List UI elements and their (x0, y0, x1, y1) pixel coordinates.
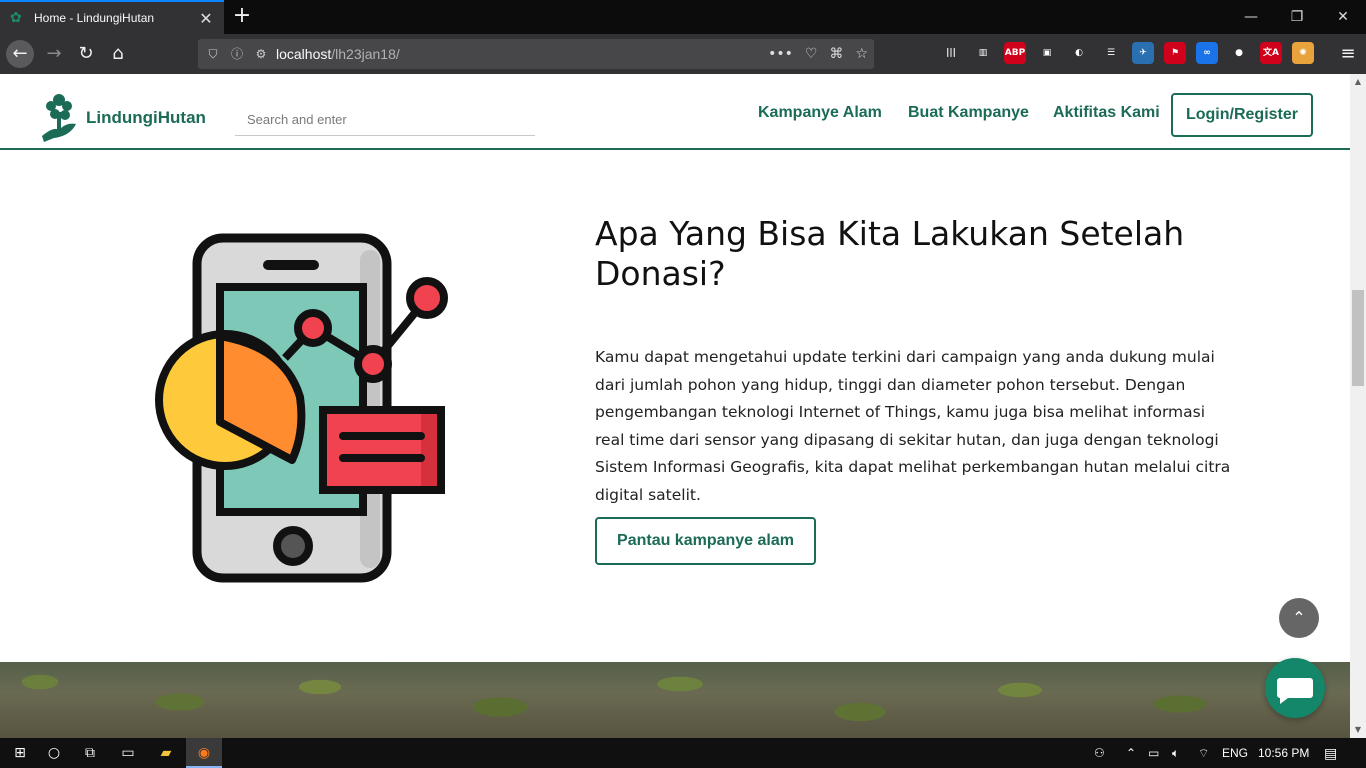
section-heading: Apa Yang Bisa Kita Lakukan Setelah Donas… (595, 214, 1185, 293)
restore-icon[interactable]: ❐ (1274, 0, 1320, 34)
new-tab-button[interactable]: + (230, 4, 254, 30)
translate-page-icon[interactable]: ⌘ (829, 46, 843, 62)
scroll-down-arrow-icon[interactable]: ▼ (1350, 722, 1366, 738)
chat-bubble-icon (1277, 678, 1313, 704)
wifi-icon[interactable]: ⌔ (1198, 738, 1209, 768)
reload-icon[interactable]: ↻ (72, 40, 100, 68)
info-icon[interactable]: ⓘ (228, 45, 246, 63)
container-icon[interactable]: ▣ (1036, 42, 1058, 64)
file-explorer-icon[interactable]: ▰ (148, 738, 184, 768)
home-icon[interactable]: ⌂ (104, 40, 132, 68)
section-body: Kamu dapat mengetahui update terkini dar… (595, 348, 1231, 504)
menu-icon[interactable]: ≡ (1334, 40, 1362, 68)
scroll-thumb[interactable] (1352, 290, 1364, 386)
tab-close-icon[interactable]: ✕ (196, 9, 216, 28)
page-scrollbar[interactable]: ▲ ▼ (1350, 74, 1366, 738)
battery-icon[interactable]: ▭ (1148, 738, 1159, 768)
nav-kampanye-alam[interactable]: Kampanye Alam (758, 104, 882, 122)
clock[interactable]: 10:56 PM (1258, 738, 1309, 768)
search-input[interactable] (235, 104, 535, 136)
shield-icon[interactable]: ⛉ (204, 45, 222, 63)
windows-start-icon[interactable]: ⊞ (2, 738, 38, 768)
tab-title: Home - LindungiHutan (34, 11, 155, 25)
library-icon[interactable]: ||| (940, 42, 962, 64)
plane-icon[interactable]: ✈ (1132, 42, 1154, 64)
back-icon[interactable]: ← (6, 40, 34, 68)
phone-analytics-illustration (155, 233, 448, 583)
scroll-up-arrow-icon[interactable]: ▲ (1350, 74, 1366, 90)
people-icon[interactable]: ⚇ (1094, 738, 1105, 768)
windows-taskbar: ⊞ ○ ⧉ ▭ ▰ ◉ ⚇ ⌃ ▭ 🔈︎ ⌔ ENG 10:56 PM ▤ (0, 738, 1366, 768)
pantau-kampanye-button[interactable]: Pantau kampanye alam (595, 517, 816, 565)
language-indicator[interactable]: ENG (1222, 738, 1248, 768)
adblock-icon[interactable]: ABP (1004, 42, 1026, 64)
bookmark-star-icon[interactable]: ☆ (855, 46, 868, 62)
browser-toolbar: ← → ↻ ⌂ ⛉ ⓘ ⚙ localhost/lh23jan18/ ••• ♡… (0, 34, 1366, 74)
browser-tab-active[interactable]: ✿ Home - LindungiHutan ✕ (0, 0, 224, 34)
page-viewport: LindungiHutan Kampanye Alam Buat Kampany… (0, 74, 1350, 738)
site-logo[interactable]: LindungiHutan (40, 92, 206, 144)
nav-aktifitas-kami[interactable]: Aktifitas Kami (1053, 104, 1160, 122)
url-actions: ••• ♡ ⌘ ☆ (768, 39, 868, 69)
mangrove-banner-image (0, 662, 1350, 738)
url-host: localhost (276, 46, 332, 62)
minimize-icon[interactable]: — (1228, 0, 1274, 34)
translate-icon[interactable]: 文A (1260, 42, 1282, 64)
permissions-icon[interactable]: ⚙ (252, 45, 270, 63)
pocket-icon[interactable]: ♡ (805, 46, 818, 62)
notifications-icon[interactable]: ▤ (1324, 738, 1337, 768)
list-icon[interactable]: ☰ (1100, 42, 1122, 64)
chat-button[interactable] (1265, 658, 1325, 718)
reader-icon[interactable]: ▥ (972, 42, 994, 64)
forward-icon[interactable]: → (40, 40, 68, 68)
url-text[interactable]: localhost/lh23jan18/ (276, 46, 400, 62)
task-view-icon[interactable]: ⧉ (72, 738, 108, 768)
color-icon[interactable]: ✺ (1292, 42, 1314, 64)
address-bar[interactable]: ⛉ ⓘ ⚙ localhost/lh23jan18/ ••• ♡ ⌘ ☆ (198, 39, 874, 69)
infinity-icon[interactable]: ∞ (1196, 42, 1218, 64)
login-register-button[interactable]: Login/Register (1171, 93, 1313, 137)
account-icon[interactable]: ● (1228, 42, 1250, 64)
site-header: LindungiHutan Kampanye Alam Buat Kampany… (0, 74, 1350, 150)
flag-icon[interactable]: ⚑ (1164, 42, 1186, 64)
tree-logo-icon (42, 94, 76, 142)
window-close-icon[interactable]: ✕ (1320, 0, 1366, 34)
url-path: /lh23jan18/ (331, 46, 400, 62)
tray-chevron-icon[interactable]: ⌃ (1126, 738, 1136, 768)
search-circle-icon[interactable]: ○ (36, 738, 72, 768)
logo-text: LindungiHutan (86, 108, 206, 127)
pc-icon[interactable]: ▭ (110, 738, 146, 768)
page-actions-icon[interactable]: ••• (768, 46, 793, 62)
extension-toolbar: ||| ▥ ABP ▣ ◐ ☰ ✈ ⚑ ∞ ● 文A ✺ (940, 42, 1314, 64)
sync-icon[interactable]: ◐ (1068, 42, 1090, 64)
nav-buat-kampanye[interactable]: Buat Kampanye (908, 104, 1029, 122)
browser-tab-strip: ✿ Home - LindungiHutan ✕ + — ❐ ✕ (0, 0, 1366, 34)
firefox-taskbar-icon[interactable]: ◉ (186, 738, 222, 768)
tree-favicon-icon: ✿ (10, 10, 22, 26)
scroll-to-top-button[interactable]: ⌃ (1279, 598, 1319, 638)
volume-icon[interactable]: 🔈︎ (1172, 738, 1179, 768)
